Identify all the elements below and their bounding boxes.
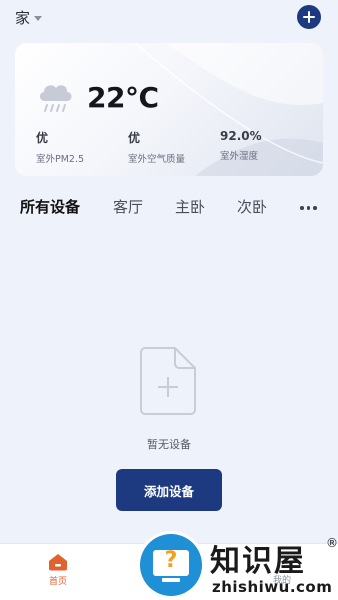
- plus-circle-icon[interactable]: [297, 5, 321, 29]
- stat-label: 室外PM2.5: [36, 154, 85, 165]
- stat-label: 室外湿度: [220, 151, 259, 162]
- nav-item-home[interactable]: 首页: [38, 553, 78, 587]
- watermark-subtitle: zhishiwu.com: [212, 578, 333, 596]
- watermark-title: 知识屋: [210, 544, 306, 579]
- weather-card: 22°C 优 室外PM2.5 优 室外空气质量 92.0% 室外湿度: [15, 43, 323, 176]
- temperature: 22°C: [87, 81, 159, 114]
- monitor-stand: [162, 578, 180, 582]
- tab-second-bedroom[interactable]: 次卧: [237, 196, 267, 217]
- home-name: 家: [15, 9, 31, 27]
- stat-value: 优: [36, 131, 49, 145]
- stat-humidity: 92.0% 室外湿度: [220, 129, 262, 162]
- stat-air-quality: 优 室外空气质量: [128, 129, 185, 165]
- empty-file-plus-icon: [140, 347, 196, 415]
- watermark-badge: ?: [140, 534, 202, 596]
- watermark-logo: ? 知识屋 ® zhishiwu.com: [140, 534, 338, 600]
- room-tabs: 所有设备 客厅 主卧 次卧: [0, 192, 338, 222]
- question-mark-icon: ?: [164, 548, 178, 573]
- stat-pm25: 优 室外PM2.5: [36, 129, 84, 165]
- top-bar: 家: [0, 0, 338, 34]
- stat-value: 92.0%: [220, 129, 262, 143]
- home-selector[interactable]: 家: [15, 7, 43, 28]
- empty-state-text: 暂无设备: [147, 438, 191, 451]
- nav-home-label: 首页: [48, 577, 67, 587]
- rain-cloud-icon: [39, 85, 72, 112]
- stat-label: 室外空气质量: [128, 154, 186, 165]
- home-icon: [49, 554, 67, 571]
- tab-living-room[interactable]: 客厅: [113, 196, 143, 217]
- more-dots-icon[interactable]: [300, 206, 317, 210]
- tab-all-devices[interactable]: 所有设备: [20, 196, 80, 217]
- stat-value: 优: [128, 131, 141, 145]
- add-device-button[interactable]: 添加设备: [116, 469, 222, 511]
- caret-down-icon: [34, 16, 43, 21]
- registered-mark: ®: [326, 536, 338, 550]
- tab-master-bedroom[interactable]: 主卧: [175, 196, 205, 217]
